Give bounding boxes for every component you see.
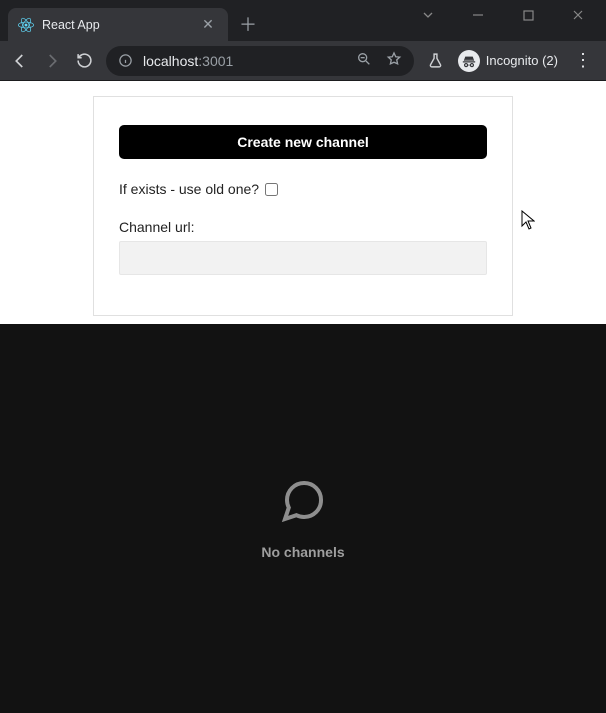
url-host: localhost:3001 bbox=[143, 53, 233, 69]
zoom-icon[interactable] bbox=[356, 51, 372, 70]
window-close-icon[interactable] bbox=[556, 0, 600, 30]
chat-bubble-icon bbox=[279, 477, 327, 530]
channel-url-input[interactable] bbox=[119, 241, 487, 275]
incognito-indicator[interactable]: Incognito (2) bbox=[458, 50, 558, 72]
bookmark-star-icon[interactable] bbox=[386, 51, 402, 70]
create-channel-button[interactable]: Create new channel bbox=[119, 125, 487, 159]
address-bar[interactable]: localhost:3001 bbox=[106, 46, 414, 76]
window-titlebar: React App ✕ ＋ bbox=[0, 0, 606, 41]
window-dropdown-icon[interactable] bbox=[406, 0, 450, 30]
incognito-icon bbox=[458, 50, 480, 72]
panel-area: Create new channel If exists - use old o… bbox=[0, 81, 606, 324]
back-button[interactable] bbox=[10, 51, 30, 71]
no-channels-label: No channels bbox=[261, 544, 344, 560]
browser-toolbar: localhost:3001 Incognito (2) ⋮ bbox=[0, 41, 606, 81]
if-exists-checkbox[interactable] bbox=[265, 183, 278, 196]
window-minimize-icon[interactable] bbox=[456, 0, 500, 30]
reload-button[interactable] bbox=[74, 51, 94, 71]
no-channels-placeholder: No channels bbox=[261, 477, 344, 560]
chat-area: No channels bbox=[0, 324, 606, 713]
window-maximize-icon[interactable] bbox=[506, 0, 550, 30]
channel-url-label: Channel url: bbox=[119, 219, 487, 235]
tab-title: React App bbox=[42, 18, 100, 32]
labs-icon[interactable] bbox=[426, 51, 446, 71]
react-logo-icon bbox=[18, 17, 34, 33]
forward-button bbox=[42, 51, 62, 71]
incognito-label: Incognito (2) bbox=[486, 53, 558, 68]
new-tab-button[interactable]: ＋ bbox=[234, 10, 262, 38]
close-tab-icon[interactable]: ✕ bbox=[200, 17, 216, 33]
browser-tab[interactable]: React App ✕ bbox=[8, 8, 228, 41]
if-exists-label: If exists - use old one? bbox=[119, 181, 259, 197]
browser-menu-button[interactable]: ⋮ bbox=[570, 50, 596, 71]
page-viewport: Create new channel If exists - use old o… bbox=[0, 81, 606, 713]
window-controls bbox=[400, 0, 606, 30]
site-info-icon[interactable] bbox=[118, 53, 133, 68]
create-channel-panel: Create new channel If exists - use old o… bbox=[93, 96, 513, 316]
